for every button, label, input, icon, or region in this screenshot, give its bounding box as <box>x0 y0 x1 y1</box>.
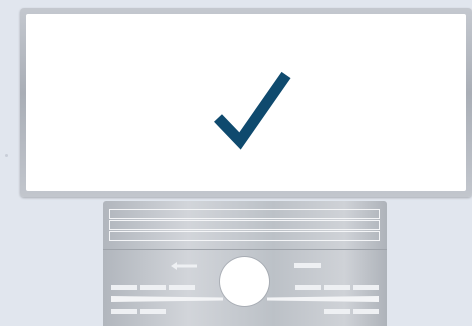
grille-slot <box>109 220 380 230</box>
indicator-bar <box>169 285 195 290</box>
display-screen <box>20 8 472 197</box>
grille-slot <box>109 209 380 219</box>
indicator-bar <box>353 309 379 314</box>
decorative-dot <box>5 154 8 157</box>
display-screen-content <box>26 14 466 191</box>
slider-left[interactable] <box>111 295 223 303</box>
slider-right[interactable] <box>267 295 379 303</box>
indicator-bar <box>353 285 379 290</box>
left-arrow-icon[interactable] <box>171 262 197 270</box>
control-knob[interactable] <box>220 257 269 306</box>
indicator-bar <box>324 285 350 290</box>
control-panel <box>103 201 387 326</box>
indicator-bar <box>111 285 137 290</box>
indicator-bar <box>295 285 321 290</box>
indicator-bar <box>140 309 166 314</box>
checkmark-icon <box>214 71 291 150</box>
indicator-bar <box>111 309 137 314</box>
speaker-grille <box>103 201 387 250</box>
grille-slot <box>109 231 380 241</box>
indicator-bar <box>294 263 321 268</box>
indicator-bar <box>324 309 350 314</box>
indicator-bar <box>140 285 166 290</box>
